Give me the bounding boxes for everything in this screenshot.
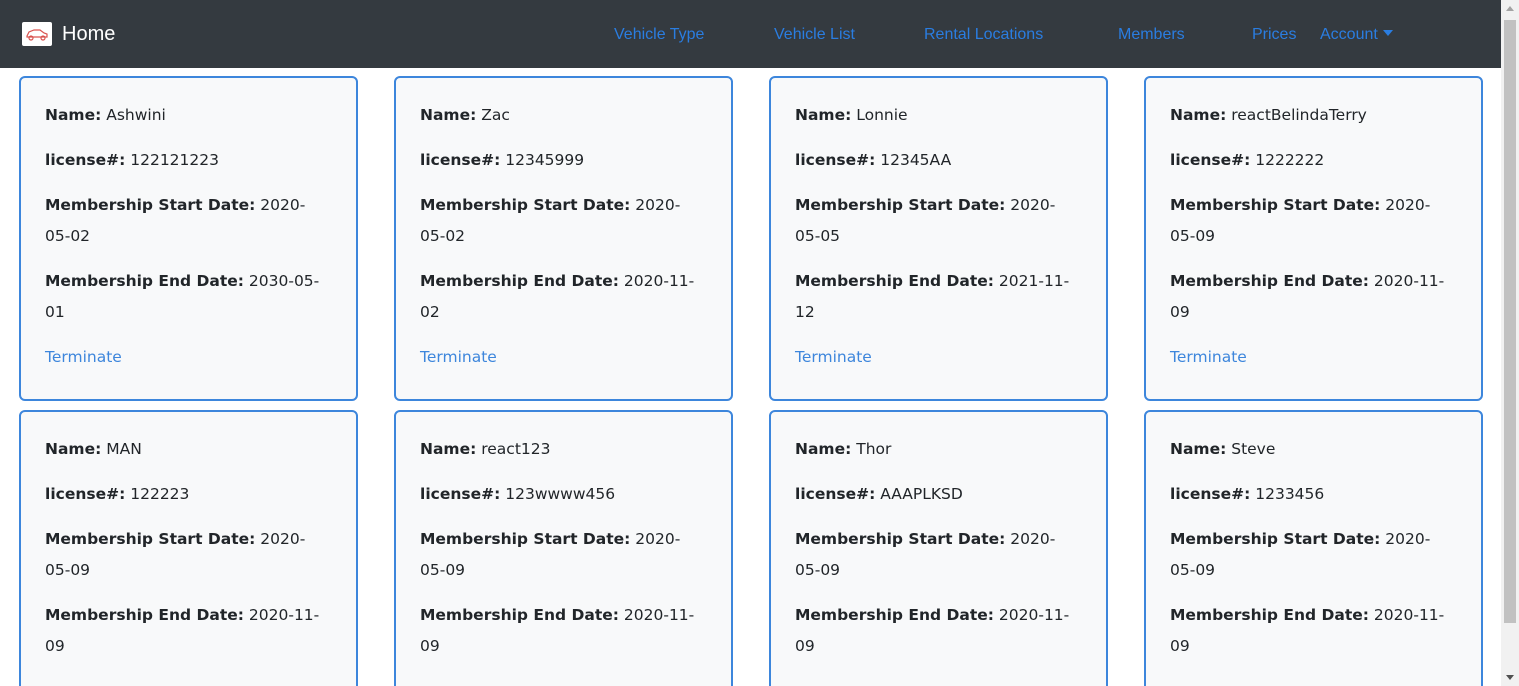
- member-name: Name: Ashwini: [45, 106, 166, 124]
- account-label: Account: [1320, 26, 1378, 43]
- member-name: Name: Steve: [1170, 440, 1276, 458]
- member-license: license#: AAAPLKSD: [795, 485, 963, 503]
- member-start-date: Membership Start Date: 2020- 05-09: [1170, 530, 1431, 579]
- member-name: Name: Thor: [795, 440, 892, 458]
- member-end-date: Membership End Date: 2020-11- 09: [795, 606, 1070, 655]
- member-start-date: Membership Start Date: 2020- 05-09: [795, 530, 1056, 579]
- scrollbar-thumb[interactable]: [1504, 20, 1516, 623]
- member-card: Name: Zac license#: 12345999 Membership …: [394, 76, 733, 401]
- member-license: license#: 1233456: [1170, 485, 1325, 503]
- member-license: license#: 12345AA: [795, 151, 952, 169]
- member-name: Name: reactBelindaTerry: [1170, 106, 1367, 124]
- member-card: Name: Steve license#: 1233456 Membership…: [1144, 410, 1483, 686]
- terminate-link[interactable]: Terminate: [45, 342, 122, 373]
- member-start-date: Membership Start Date: 2020- 05-02: [45, 196, 306, 245]
- brand-link[interactable]: Home: [22, 22, 115, 46]
- nav-rental-locations[interactable]: Rental Locations: [924, 25, 1043, 45]
- member-license: license#: 1222222: [1170, 151, 1325, 169]
- member-name: Name: Lonnie: [795, 106, 908, 124]
- member-name: Name: Zac: [420, 106, 510, 124]
- terminate-link[interactable]: Terminate: [420, 342, 497, 373]
- member-end-date: Membership End Date: 2030-05- 01: [45, 272, 320, 321]
- member-card: Name: MAN license#: 122223 Membership St…: [19, 410, 358, 686]
- nav-vehicle-type[interactable]: Vehicle Type: [614, 25, 704, 45]
- top-navbar: Home Vehicle Type Vehicle List Rental Lo…: [0, 0, 1501, 68]
- member-card: Name: Ashwini license#: 122121223 Member…: [19, 76, 358, 401]
- member-end-date: Membership End Date: 2020-11- 09: [420, 606, 695, 655]
- member-card: Name: Thor license#: AAAPLKSD Membership…: [769, 410, 1108, 686]
- member-start-date: Membership Start Date: 2020- 05-02: [420, 196, 681, 245]
- member-license: license#: 122223: [45, 485, 190, 503]
- member-end-date: Membership End Date: 2020-11- 09: [1170, 272, 1445, 321]
- account-dropdown[interactable]: Account: [1320, 25, 1393, 45]
- vertical-scrollbar[interactable]: [1501, 0, 1519, 686]
- member-card: Name: Lonnie license#: 12345AA Membershi…: [769, 76, 1108, 401]
- nav-prices[interactable]: Prices: [1252, 25, 1296, 45]
- member-end-date: Membership End Date: 2020-11- 02: [420, 272, 695, 321]
- member-start-date: Membership Start Date: 2020- 05-09: [420, 530, 681, 579]
- member-start-date: Membership Start Date: 2020- 05-05: [795, 196, 1056, 245]
- member-end-date: Membership End Date: 2020-11- 09: [45, 606, 320, 655]
- member-card: Name: reactBelindaTerry license#: 122222…: [1144, 76, 1483, 401]
- nav-members[interactable]: Members: [1118, 25, 1185, 45]
- nav-vehicle-list[interactable]: Vehicle List: [774, 25, 855, 45]
- member-license: license#: 12345999: [420, 151, 585, 169]
- scroll-down-arrow-icon[interactable]: [1506, 675, 1514, 680]
- member-name: Name: MAN: [45, 440, 142, 458]
- terminate-link[interactable]: Terminate: [1170, 342, 1247, 373]
- member-end-date: Membership End Date: 2021-11- 12: [795, 272, 1070, 321]
- member-license: license#: 123wwww456: [420, 485, 616, 503]
- terminate-link[interactable]: Terminate: [795, 342, 872, 373]
- car-logo-icon: [22, 22, 52, 46]
- members-grid: Name: Ashwini license#: 122121223 Member…: [0, 68, 1501, 686]
- member-card: Name: react123 license#: 123wwww456 Memb…: [394, 410, 733, 686]
- brand-title: Home: [62, 23, 116, 45]
- scroll-up-arrow-icon[interactable]: [1506, 6, 1514, 11]
- member-start-date: Membership Start Date: 2020- 05-09: [1170, 196, 1431, 245]
- member-end-date: Membership End Date: 2020-11- 09: [1170, 606, 1445, 655]
- member-name: Name: react123: [420, 440, 551, 458]
- member-license: license#: 122121223: [45, 151, 219, 169]
- member-start-date: Membership Start Date: 2020- 05-09: [45, 530, 306, 579]
- caret-down-icon: [1382, 30, 1393, 36]
